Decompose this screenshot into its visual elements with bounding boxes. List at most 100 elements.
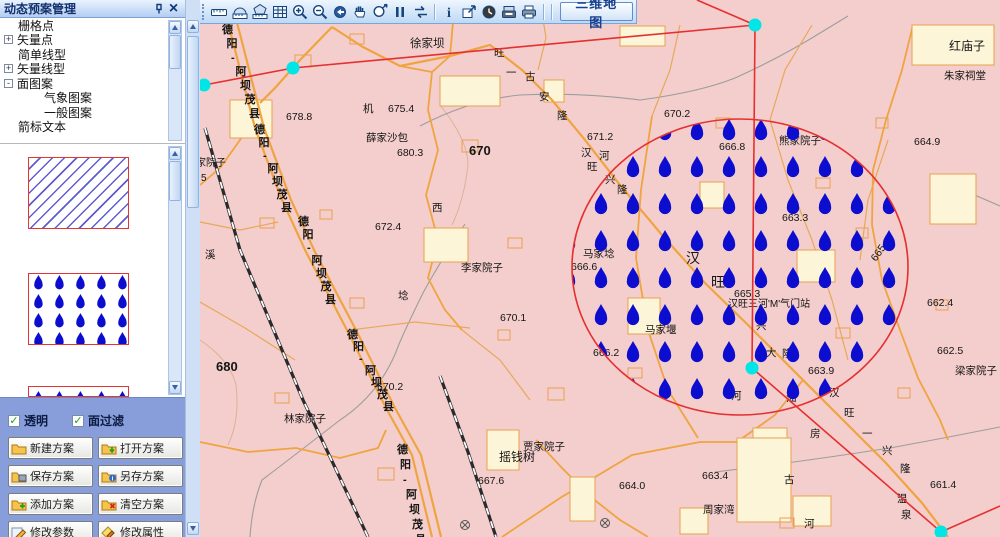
map-label: 德 bbox=[221, 22, 233, 36]
export-icon[interactable] bbox=[459, 2, 478, 22]
scroll-down-icon[interactable] bbox=[187, 522, 199, 535]
check-icon[interactable]: ✓ bbox=[8, 415, 20, 427]
expand-icon[interactable]: + bbox=[4, 64, 13, 73]
map-label: 房 bbox=[810, 427, 821, 440]
measure-distance-icon[interactable] bbox=[210, 2, 229, 22]
map-label: 茂 bbox=[377, 387, 388, 401]
map-label: 贾家院子 bbox=[523, 440, 565, 453]
vertex-handle[interactable] bbox=[746, 362, 759, 375]
new-plan-button[interactable]: 新建方案 bbox=[8, 437, 93, 459]
scrollbar-thumb[interactable] bbox=[187, 36, 199, 208]
map-label: 薛家沙包 bbox=[366, 131, 408, 144]
history-clock-icon[interactable] bbox=[479, 2, 498, 22]
map-label: 徐家坝 bbox=[410, 36, 445, 50]
map-label: 阳 bbox=[353, 339, 364, 353]
add-plan-button[interactable]: 添加方案 bbox=[8, 493, 93, 515]
print-icon[interactable] bbox=[520, 2, 539, 22]
folder-save-icon bbox=[11, 470, 27, 483]
area-filter-checkbox[interactable]: ✓ 面过滤 bbox=[72, 412, 124, 429]
map-label: 671.2 bbox=[587, 131, 613, 143]
tree-item-arrow-text[interactable]: 箭标文本 bbox=[0, 120, 185, 135]
map-label: 阿 bbox=[312, 253, 323, 267]
measure-area-icon[interactable] bbox=[250, 2, 269, 22]
scrollbar-thumb[interactable] bbox=[169, 161, 181, 201]
map-label: 阳 bbox=[259, 135, 270, 149]
open-plan-button[interactable]: 打开方案 bbox=[98, 437, 183, 459]
zoom-out-icon[interactable] bbox=[310, 2, 329, 22]
save-as-plan-button[interactable]: i 另存方案 bbox=[98, 465, 183, 487]
map-label: 家院子 bbox=[200, 156, 226, 169]
pattern-scrollbar[interactable] bbox=[168, 146, 182, 395]
measure-dome-icon[interactable] bbox=[230, 2, 249, 22]
check-icon[interactable]: ✓ bbox=[72, 415, 84, 427]
map-label: 阿 bbox=[268, 161, 279, 175]
map-label: 茂 bbox=[412, 517, 423, 531]
map-label: 西 bbox=[432, 202, 443, 214]
tree-scrollbar[interactable] bbox=[168, 20, 182, 141]
map-label: 埝 bbox=[398, 289, 409, 302]
pattern-swatch-drops[interactable] bbox=[28, 273, 129, 345]
map-label: 县 bbox=[415, 533, 426, 537]
map-label: 阿 bbox=[406, 487, 417, 501]
map-label: 汉 bbox=[581, 147, 592, 159]
vertex-handle[interactable] bbox=[287, 62, 300, 75]
map-label: 安 bbox=[539, 90, 550, 103]
pan-hand-icon[interactable] bbox=[351, 2, 370, 22]
map-label: 坝 bbox=[240, 78, 251, 92]
map-label: 坝 bbox=[409, 502, 420, 516]
map-label: 河 bbox=[804, 518, 815, 530]
map-label: 县 bbox=[281, 201, 292, 214]
info-icon[interactable]: i bbox=[439, 2, 458, 22]
tree-item-area-pattern[interactable]: -面图案 bbox=[0, 76, 185, 91]
plan-area-circle[interactable] bbox=[572, 119, 908, 415]
map-label: 古 bbox=[784, 473, 795, 486]
map-label: 672.4 bbox=[375, 221, 401, 233]
map-canvas[interactable]: 徐家坝红庙子朱家祠堂熊家院子机675.4678.8薛家沙包680.3670671… bbox=[200, 0, 1000, 537]
close-icon[interactable]: × bbox=[166, 2, 181, 16]
map-label: 溪 bbox=[205, 249, 216, 261]
plan-manager-panel: 动态预案管理 × 栅格点 +矢量点 简单线型 +矢量线型 -面图案 气象图案 一… bbox=[0, 0, 185, 537]
scroll-up-icon[interactable] bbox=[169, 147, 181, 160]
save-plan-button[interactable]: 保存方案 bbox=[8, 465, 93, 487]
zoom-select-icon[interactable] bbox=[371, 2, 390, 22]
pause-icon[interactable] bbox=[391, 2, 410, 22]
edit-attrs-button[interactable]: 修改属性 bbox=[98, 521, 183, 537]
folder-open-icon bbox=[101, 442, 117, 455]
edit-params-button[interactable]: 修改参数 bbox=[8, 521, 93, 537]
scrollbar-thumb[interactable] bbox=[169, 35, 181, 69]
scroll-down-icon[interactable] bbox=[169, 381, 181, 394]
map-label: 隆 bbox=[557, 109, 568, 122]
map-label: 670.2 bbox=[664, 108, 690, 120]
swap-icon[interactable] bbox=[411, 2, 430, 22]
transparent-checkbox[interactable]: ✓ 透明 bbox=[8, 412, 48, 429]
scroll-up-icon[interactable] bbox=[169, 21, 181, 34]
map-label: 坝 bbox=[272, 174, 283, 188]
map-3d-button[interactable]: 三维地图 bbox=[560, 2, 634, 21]
pattern-swatch-partial[interactable] bbox=[28, 386, 129, 397]
tree-item-weather-pattern[interactable]: 气象图案 bbox=[0, 91, 185, 106]
expand-icon[interactable]: + bbox=[4, 35, 13, 44]
scroll-up-icon[interactable] bbox=[187, 20, 199, 33]
map-label: 坝 bbox=[371, 375, 382, 389]
map-label: 阳 bbox=[303, 227, 314, 241]
map-label: 红庙子 bbox=[949, 38, 985, 53]
vertex-handle[interactable] bbox=[749, 19, 762, 32]
zoom-in-icon[interactable] bbox=[290, 2, 309, 22]
map-label: 德 bbox=[297, 214, 309, 228]
folder-icon bbox=[11, 442, 27, 455]
clear-plan-button[interactable]: 清空方案 bbox=[98, 493, 183, 515]
pin-icon[interactable] bbox=[151, 2, 166, 16]
collapse-icon[interactable]: - bbox=[4, 79, 13, 88]
folder-clear-icon bbox=[101, 498, 117, 511]
map-label: 675.4 bbox=[388, 103, 414, 115]
nav-back-icon[interactable] bbox=[331, 2, 350, 22]
pencil-icon bbox=[11, 526, 27, 537]
grid-icon[interactable] bbox=[270, 2, 289, 22]
panel-scrollbar[interactable] bbox=[185, 0, 200, 537]
toolbar-grip[interactable] bbox=[202, 4, 206, 20]
map-label: 一 bbox=[862, 428, 873, 440]
map-label: 德 bbox=[396, 442, 408, 456]
print-preview-icon[interactable] bbox=[499, 2, 518, 22]
pattern-swatch-hatch[interactable] bbox=[28, 157, 129, 229]
map-label: 旺 bbox=[587, 161, 598, 173]
